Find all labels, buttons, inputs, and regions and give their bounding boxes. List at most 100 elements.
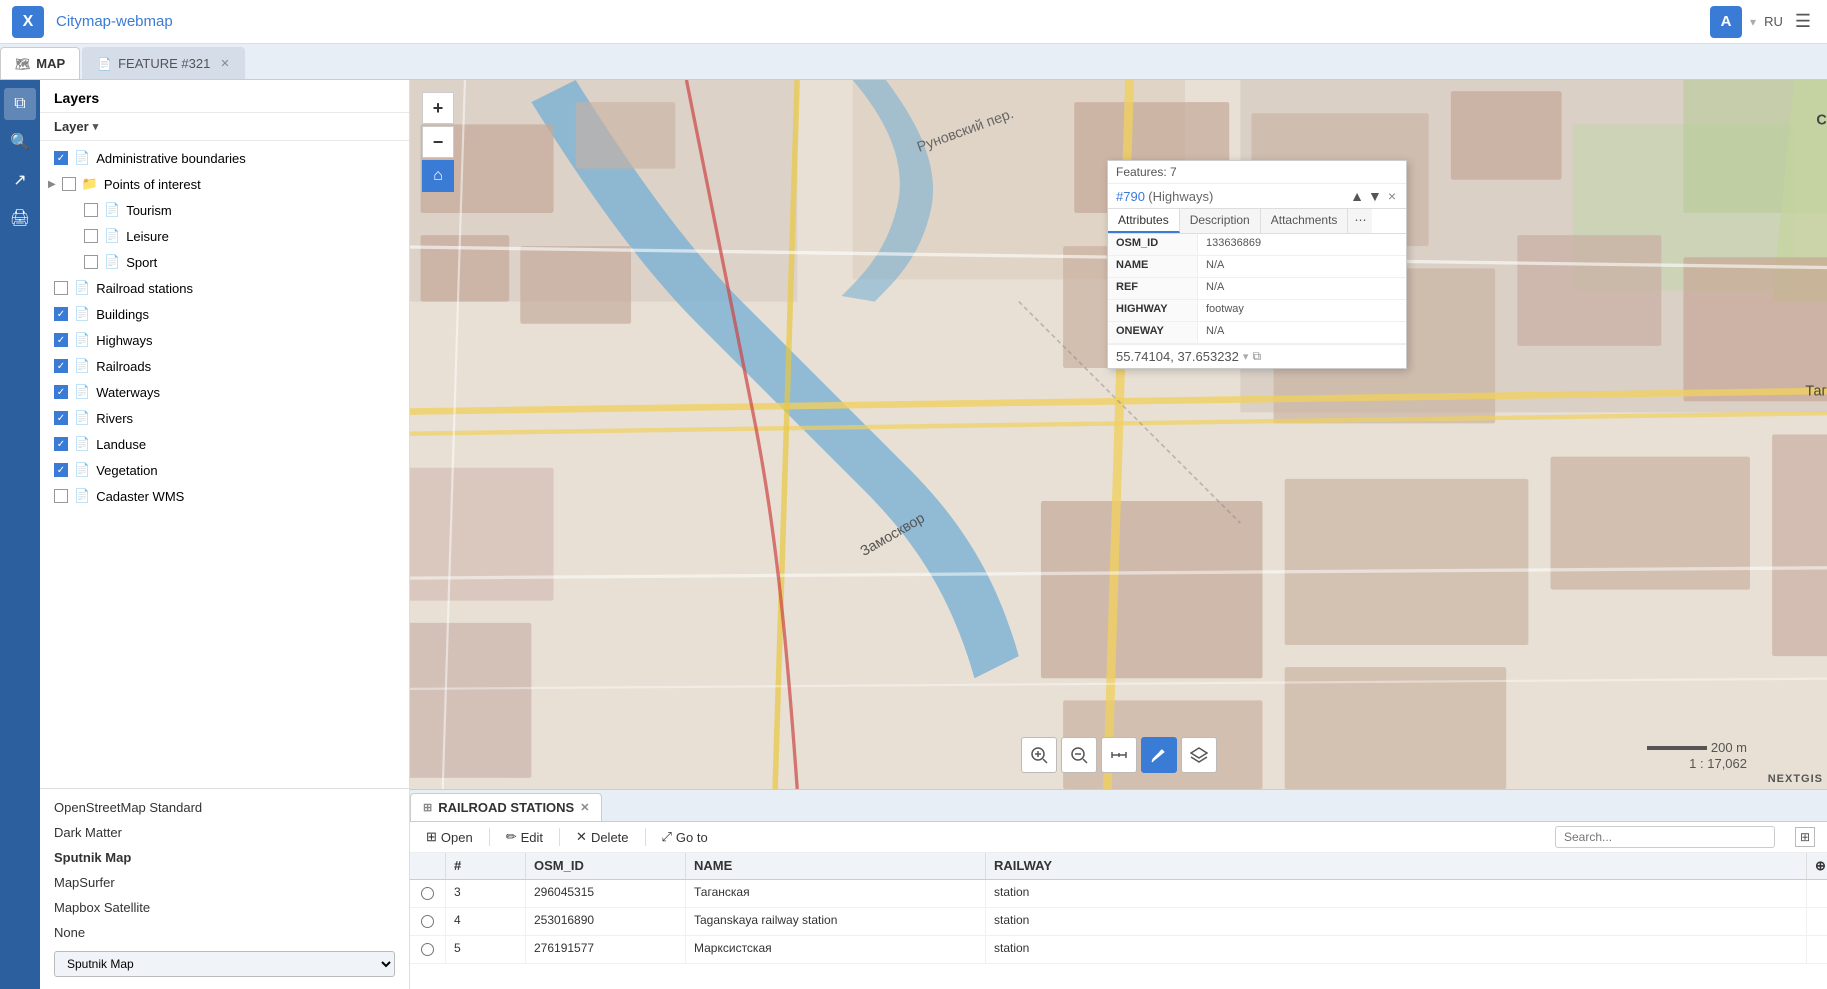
layer-filter-dropdown[interactable]: ▾ [93, 120, 99, 133]
language-selector[interactable]: RU [1764, 14, 1783, 29]
layer-item-railroad-stations[interactable]: 📄 Railroad stations [40, 275, 409, 301]
tool-separator-3 [645, 828, 646, 846]
layer-item-buildings[interactable]: ✓ 📄 Buildings [40, 301, 409, 327]
table-delete-button[interactable]: ✕ Delete [572, 827, 632, 847]
map-container[interactable]: Замосквор Руновский пер. СКИЙ Таганская … [410, 80, 1827, 789]
layer-checkbox-leisure[interactable] [84, 229, 98, 243]
layer-item-rivers[interactable]: ✓ 📄 Rivers [40, 405, 409, 431]
basemap-mapsurfer[interactable]: MapSurfer [40, 870, 409, 895]
basemap-none[interactable]: None [40, 920, 409, 945]
popup-tab-more[interactable]: ⋯ [1348, 209, 1372, 233]
zoom-in-tool[interactable] [1021, 737, 1057, 773]
layer-file-icon-tourism: 📄 [104, 202, 120, 218]
col-header-railway[interactable]: RAILWAY [986, 853, 1807, 879]
layer-item-cadaster[interactable]: 📄 Cadaster WMS [40, 483, 409, 509]
basemap-dark[interactable]: Dark Matter [40, 820, 409, 845]
popup-nav-prev[interactable]: ▲ [1350, 188, 1364, 204]
layer-item-railroads[interactable]: ✓ 📄 Railroads [40, 353, 409, 379]
menu-button[interactable]: ☰ [1791, 7, 1815, 36]
layer-checkbox-poi[interactable] [62, 177, 76, 191]
layer-checkbox-admin[interactable]: ✓ [54, 151, 68, 165]
basemap-dropdown[interactable]: Sputnik Map [54, 951, 395, 977]
layer-item-admin[interactable]: ✓ 📄 Administrative boundaries [40, 145, 409, 171]
layers-tool[interactable] [1181, 737, 1217, 773]
layer-checkbox-vegetation[interactable]: ✓ [54, 463, 68, 477]
table-corner-button[interactable]: ⊞ [1795, 827, 1815, 847]
layer-checkbox-tourism[interactable] [84, 203, 98, 217]
top-right-controls: A ▾ RU ☰ [1710, 6, 1815, 38]
poi-group-expand[interactable]: ▶ [48, 179, 56, 190]
zoom-in-button[interactable]: + [422, 92, 454, 124]
table-tab-close[interactable]: ✕ [580, 801, 589, 814]
search-icon[interactable]: 🔍 [4, 126, 36, 158]
avatar-button[interactable]: A [1710, 6, 1742, 38]
layer-checkbox-buildings[interactable]: ✓ [54, 307, 68, 321]
layers-icon[interactable]: ⧉ [4, 88, 36, 120]
row-radio-3[interactable] [410, 880, 446, 907]
col-header-osm-id[interactable]: OSM_ID [526, 853, 686, 879]
layer-item-poi-group[interactable]: ▶ 📁 Points of interest [40, 171, 409, 197]
print-icon[interactable]: 🖨 [4, 202, 36, 234]
layer-name-admin: Administrative boundaries [96, 151, 395, 166]
basemap-mapbox[interactable]: Mapbox Satellite [40, 895, 409, 920]
edit-tool[interactable] [1141, 737, 1177, 773]
scale-bar [1647, 746, 1707, 750]
table-open-button[interactable]: ⊞ Open [422, 827, 477, 847]
layer-checkbox-sport[interactable] [84, 255, 98, 269]
popup-coord-copy[interactable]: ⧉ [1252, 349, 1261, 364]
layer-checkbox-landuse[interactable]: ✓ [54, 437, 68, 451]
popup-close-button[interactable]: × [1386, 188, 1398, 204]
popup-tab-attachments[interactable]: Attachments [1261, 209, 1349, 233]
popup-nav-next[interactable]: ▼ [1368, 188, 1382, 204]
layer-file-icon-railroads: 📄 [74, 358, 90, 374]
col-header-select [410, 853, 446, 879]
layer-item-leisure[interactable]: 📄 Leisure [40, 223, 409, 249]
tab-map[interactable]: 🗺 MAP [0, 47, 80, 79]
layer-checkbox-rivers[interactable]: ✓ [54, 411, 68, 425]
table-tab-railroad-stations[interactable]: ⊞ RAILROAD STATIONS ✕ [410, 793, 602, 821]
popup-feature-count: Features: 7 [1108, 161, 1406, 184]
layer-checkbox-cadaster[interactable] [54, 489, 68, 503]
layer-item-waterways[interactable]: ✓ 📄 Waterways [40, 379, 409, 405]
layer-checkbox-highways[interactable]: ✓ [54, 333, 68, 347]
tab-feature-close[interactable]: ✕ [220, 57, 229, 70]
row-id-4: 4 [446, 908, 526, 935]
popup-feature-label: #790 (Highways) [1116, 189, 1346, 204]
basemap-osm[interactable]: OpenStreetMap Standard [40, 795, 409, 820]
attr-val-oneway: N/A [1198, 322, 1406, 343]
table-goto-button[interactable]: ⤢ Go to [658, 827, 712, 847]
map-area: Замосквор Руновский пер. СКИЙ Таганская … [410, 80, 1827, 989]
basemap-sputnik[interactable]: Sputnik Map [40, 845, 409, 870]
table-edit-button[interactable]: ✏ Edit [502, 827, 547, 847]
layer-item-tourism[interactable]: 📄 Tourism [40, 197, 409, 223]
measure-tool[interactable] [1101, 737, 1137, 773]
edit-icon: ✏ [506, 829, 517, 845]
col-header-name[interactable]: NAME [686, 853, 986, 879]
tab-feature[interactable]: 📄 FEATURE #321 ✕ [82, 47, 244, 79]
zoom-out-tool[interactable] [1061, 737, 1097, 773]
table-tabbar: ⊞ RAILROAD STATIONS ✕ [410, 790, 1827, 822]
layer-item-landuse[interactable]: ✓ 📄 Landuse [40, 431, 409, 457]
layer-item-vegetation[interactable]: ✓ 📄 Vegetation [40, 457, 409, 483]
scale-distance: 200 m [1711, 740, 1747, 755]
layer-checkbox-railroad-stations[interactable] [54, 281, 68, 295]
app-title: Citymap-webmap [56, 13, 1710, 30]
layer-checkbox-railroads[interactable]: ✓ [54, 359, 68, 373]
popup-coord-arrow[interactable]: ▾ [1243, 350, 1249, 363]
row-radio-5[interactable] [410, 936, 446, 963]
row-radio-4[interactable] [410, 908, 446, 935]
popup-coordinates: 55.74104, 37.653232 ▾ ⧉ [1108, 344, 1406, 368]
popup-tab-description[interactable]: Description [1180, 209, 1261, 233]
table-search-input[interactable] [1555, 826, 1775, 848]
avatar-dropdown-arrow[interactable]: ▾ [1750, 15, 1756, 29]
layer-file-icon-waterways: 📄 [74, 384, 90, 400]
home-button[interactable]: ⌂ [422, 160, 454, 192]
popup-tab-attributes[interactable]: Attributes [1108, 209, 1180, 233]
row-extra-3 [1807, 880, 1827, 907]
layer-item-sport[interactable]: 📄 Sport [40, 249, 409, 275]
col-header-id[interactable]: # [446, 853, 526, 879]
zoom-out-button[interactable]: − [422, 126, 454, 158]
share-icon[interactable]: ↗ [4, 164, 36, 196]
layer-checkbox-waterways[interactable]: ✓ [54, 385, 68, 399]
layer-item-highways[interactable]: ✓ 📄 Highways [40, 327, 409, 353]
